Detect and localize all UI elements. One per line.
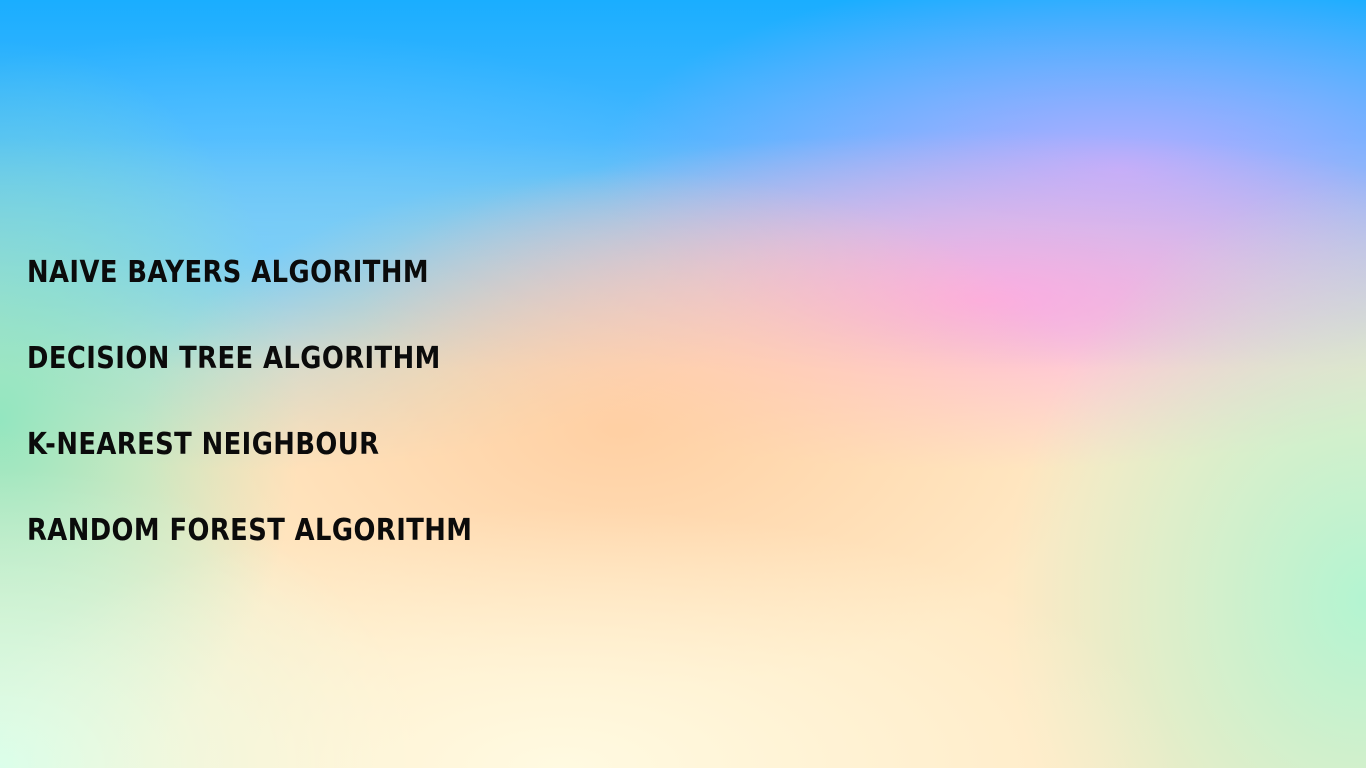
- algorithm-item-random-forest: RANDOM FOREST ALGORITHM: [27, 513, 473, 548]
- slide: NAIVE BAYERS ALGORITHM DECISION TREE ALG…: [0, 0, 1366, 768]
- algorithm-list: NAIVE BAYERS ALGORITHM DECISION TREE ALG…: [27, 248, 545, 592]
- algorithm-item-naive-bayers: NAIVE BAYERS ALGORITHM: [27, 255, 429, 290]
- algorithm-item-k-nearest-neighbour: K-NEAREST NEIGHBOUR: [27, 427, 380, 462]
- algorithm-item-decision-tree: DECISION TREE ALGORITHM: [27, 341, 441, 376]
